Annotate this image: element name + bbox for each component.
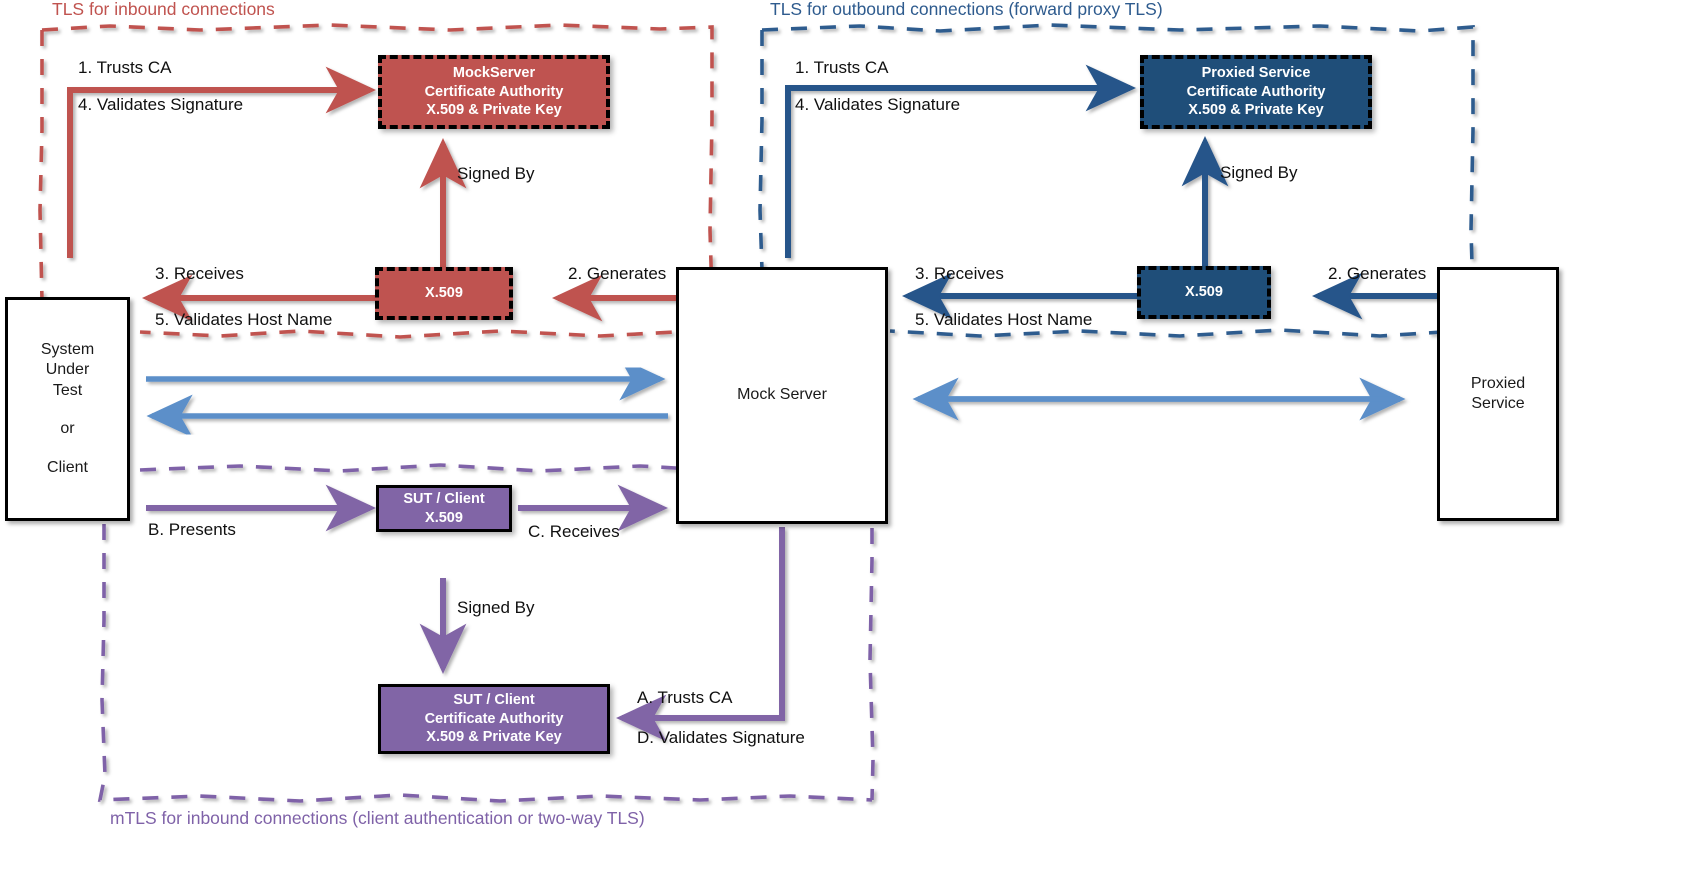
node-sut-client-certificate-authority[interactable]: SUT / Client Certificate Authority X.509…: [378, 684, 610, 754]
node-sut-line-3: Test: [52, 381, 83, 399]
edge-label-blue-validates-host-name: 5. Validates Host Name: [915, 310, 1093, 329]
node-proxied-ca-line-1: Proxied Service: [1201, 65, 1311, 82]
edge-label-blue-receives: 3. Receives: [915, 264, 1004, 283]
zone-label-outbound-tls: TLS for outbound connections (forward pr…: [770, 0, 1163, 19]
edge-label-red-validates-signature: 4. Validates Signature: [78, 95, 244, 114]
node-proxied-service-certificate-authority[interactable]: Proxied Service Certificate Authority X.…: [1140, 55, 1372, 129]
node-system-under-test[interactable]: System Under Test or Client: [5, 297, 130, 521]
zone-label-inbound-mtls: mTLS for inbound connections (client aut…: [110, 808, 645, 828]
edge-label-purple-presents: B. Presents: [148, 520, 236, 539]
node-mock-server-label: Mock Server: [737, 386, 827, 404]
node-mockserver-ca-line-3: X.509 & Private Key: [426, 102, 562, 119]
edge-label-blue-generates: 2. Generates: [1328, 264, 1427, 283]
node-mockserver-ca-line-2: Certificate Authority: [424, 83, 564, 100]
edge-label-red-trusts-ca: 1. Trusts CA: [78, 58, 172, 77]
node-mockserver-x509-label: X.509: [425, 285, 463, 302]
edge-label-red-generates: 2. Generates: [568, 264, 667, 283]
node-sut-line-5: or: [60, 420, 75, 438]
node-proxied-ca-line-2: Certificate Authority: [1186, 83, 1326, 100]
node-sut-client-ca-line-3: X.509 & Private Key: [426, 729, 562, 746]
node-proxied-service[interactable]: Proxied Service: [1437, 267, 1559, 521]
node-proxied-service-line-1: Proxied: [1470, 374, 1526, 392]
edge-label-red-signed-by: Signed By: [457, 164, 535, 183]
edge-label-purple-receives: C. Receives: [528, 522, 620, 541]
node-mock-server[interactable]: Mock Server: [676, 267, 888, 524]
edge-label-red-validates-host-name: 5. Validates Host Name: [155, 310, 333, 329]
node-sut-client-x509-line-2: X.509: [425, 509, 463, 526]
node-proxied-service-x509[interactable]: X.509: [1137, 266, 1271, 319]
node-sut-line-7: Client: [47, 458, 88, 476]
edge-label-blue-trusts-ca: 1. Trusts CA: [795, 58, 889, 77]
node-sut-client-ca-line-1: SUT / Client: [453, 692, 535, 709]
node-mockserver-ca-line-1: MockServer: [452, 65, 536, 82]
node-sut-client-x509[interactable]: SUT / Client X.509: [376, 485, 512, 532]
zone-label-inbound-tls: TLS for inbound connections: [52, 0, 275, 19]
node-sut-client-ca-line-2: Certificate Authority: [424, 710, 564, 727]
red-trusts-ca-arrow: [67, 66, 376, 258]
edge-label-red-receives: 3. Receives: [155, 264, 244, 283]
node-proxied-ca-line-3: X.509 & Private Key: [1188, 102, 1324, 119]
node-mockserver-x509[interactable]: X.509: [375, 267, 513, 320]
node-sut-line-1: System: [40, 340, 95, 358]
edge-label-blue-signed-by: Signed By: [1220, 163, 1298, 182]
node-sut-line-2: Under: [45, 361, 90, 379]
diagram-canvas: TLS for inbound connections TLS for outb…: [0, 0, 1696, 879]
node-proxied-x509-label: X.509: [1185, 284, 1223, 301]
node-proxied-service-line-2: Service: [1471, 395, 1525, 412]
edge-label-purple-signed-by: Signed By: [457, 598, 535, 617]
edge-label-blue-validates-signature: 4. Validates Signature: [795, 95, 961, 114]
edge-label-purple-validates-signature: D. Validates Signature: [637, 728, 805, 747]
edge-label-purple-trusts-ca: A. Trusts CA: [637, 688, 733, 707]
node-mockserver-certificate-authority[interactable]: MockServer Certificate Authority X.509 &…: [378, 55, 610, 129]
node-sut-client-x509-line-1: SUT / Client: [403, 490, 485, 507]
